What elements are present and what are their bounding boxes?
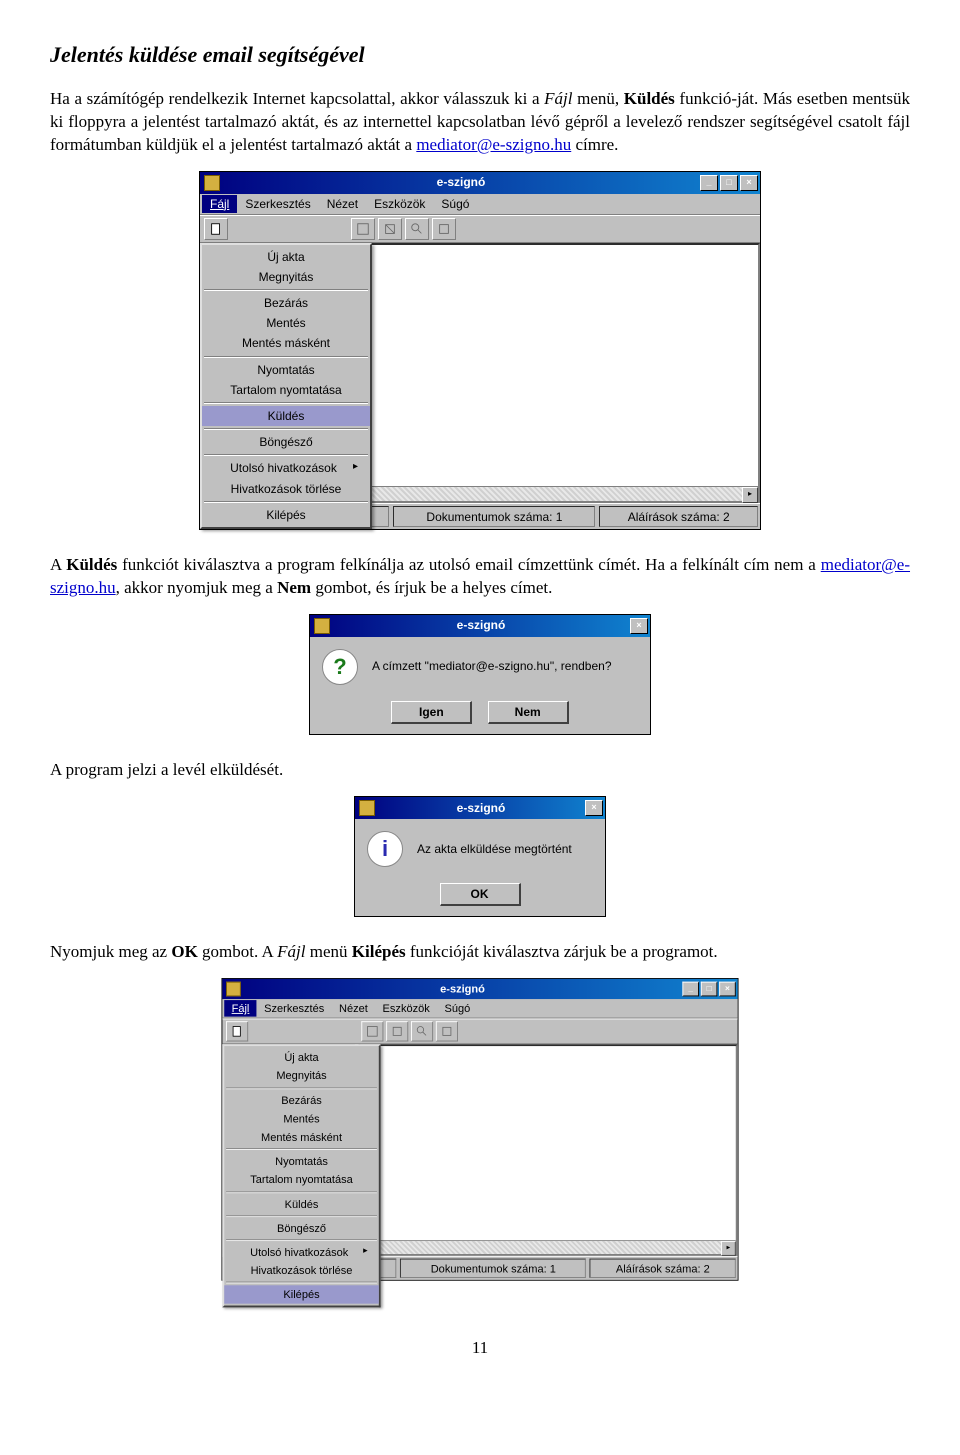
toolbar-btn-3[interactable]: [378, 218, 402, 240]
page-number: 11: [50, 1337, 910, 1360]
menu-item-close[interactable]: Bezárás: [224, 1091, 379, 1110]
menu-item-browser[interactable]: Böngésző: [224, 1219, 379, 1238]
confirm-dialog: e-szignó × ? A címzett "mediator@e-szign…: [309, 614, 651, 735]
toolbar-btn-5[interactable]: [432, 218, 456, 240]
menu-item-send[interactable]: Küldés: [224, 1194, 379, 1213]
toolbar-new-icon[interactable]: [204, 218, 228, 240]
menu-item-clearrefs[interactable]: Hivatkozások törlése: [202, 479, 370, 499]
yes-button[interactable]: Igen: [391, 701, 472, 724]
status-mid: Dokumentumok száma: 1: [400, 1259, 586, 1278]
info-dialog: e-szignó × i Az akta elküldése megtörtén…: [354, 796, 606, 917]
no-button[interactable]: Nem: [488, 701, 569, 724]
app-icon: [204, 175, 220, 191]
menu-item-open[interactable]: Megnyitás: [202, 267, 370, 287]
menu-item-new[interactable]: Új akta: [224, 1048, 379, 1067]
paragraph-1: Ha a számítógép rendelkezik Internet kap…: [50, 88, 910, 157]
menu-item-send[interactable]: Küldés: [202, 406, 370, 426]
section-heading: Jelentés küldése email segítségével: [50, 40, 910, 70]
menu-item-print[interactable]: Nyomtatás: [224, 1152, 379, 1171]
maximize-button[interactable]: □: [701, 981, 718, 996]
status-right: Aláírások száma: 2: [590, 1259, 736, 1278]
maximize-button[interactable]: □: [720, 175, 738, 191]
toolbar: [200, 215, 760, 243]
toolbar-btn-4[interactable]: [411, 1021, 433, 1041]
toolbar-new-icon[interactable]: [226, 1021, 248, 1041]
menu-item-exit[interactable]: Kilépés: [224, 1285, 379, 1304]
menu-item-open[interactable]: Megnyitás: [224, 1066, 379, 1085]
window-title: e-szignó: [224, 174, 698, 190]
toolbar-btn-4[interactable]: [405, 218, 429, 240]
app-icon: [226, 981, 241, 996]
menu-edit[interactable]: Szerkesztés: [237, 195, 318, 213]
menu-tools[interactable]: Eszközök: [375, 1000, 437, 1017]
menu-item-save[interactable]: Mentés: [202, 313, 370, 333]
menu-item-clearrefs[interactable]: Hivatkozások törlése: [224, 1261, 379, 1280]
status-mid: Dokumentumok száma: 1: [393, 506, 595, 527]
question-icon: ?: [322, 649, 358, 685]
menu-help[interactable]: Súgó: [437, 1000, 478, 1017]
menu-edit[interactable]: Szerkesztés: [257, 1000, 332, 1017]
horizontal-scrollbar[interactable]: ◂ ▸: [350, 486, 758, 501]
menu-view[interactable]: Nézet: [319, 195, 366, 213]
paragraph-2: A Küldés funkciót kiválasztva a program …: [50, 554, 910, 600]
info-icon: i: [367, 831, 403, 867]
minimize-button[interactable]: _: [700, 175, 718, 191]
file-dropdown: Új akta Megnyitás Bezárás Mentés Mentés …: [222, 1044, 380, 1307]
menu-file[interactable]: Fájl: [202, 195, 237, 213]
dialog-message: A címzett "mediator@e-szigno.hu", rendbe…: [372, 658, 612, 674]
menu-item-close[interactable]: Bezárás: [202, 293, 370, 313]
menu-item-print[interactable]: Nyomtatás: [202, 360, 370, 380]
title-bar: e-szignó _ □ ×: [200, 172, 760, 194]
minimize-button[interactable]: _: [682, 981, 699, 996]
scroll-right-arrow[interactable]: ▸: [721, 1241, 736, 1256]
dialog-title: e-szignó: [334, 617, 628, 633]
menu-item-printcontent[interactable]: Tartalom nyomtatása: [202, 380, 370, 400]
toolbar-btn-5[interactable]: [436, 1021, 458, 1041]
dialog-close-button[interactable]: ×: [630, 618, 648, 634]
email-link-1[interactable]: mediator@e-szigno.hu: [416, 135, 571, 154]
toolbar-btn-2[interactable]: [361, 1021, 383, 1041]
menu-view[interactable]: Nézet: [332, 1000, 376, 1017]
window-title: e-szignó: [244, 981, 680, 996]
dialog-title: e-szignó: [379, 800, 583, 816]
app-icon: [359, 800, 375, 816]
dialog-close-button[interactable]: ×: [585, 800, 603, 816]
right-pane: ◂ ▸: [348, 243, 760, 503]
toolbar-btn-2[interactable]: [351, 218, 375, 240]
menu-item-recent[interactable]: Utolsó hivatkozások: [202, 458, 370, 478]
app-window-1: e-szignó _ □ × Fájl Szerkesztés Nézet Es…: [199, 171, 761, 530]
close-button[interactable]: ×: [719, 981, 736, 996]
menu-help[interactable]: Súgó: [433, 195, 477, 213]
paragraph-3: A program jelzi a levél elküldését.: [50, 759, 910, 782]
toolbar-btn-3[interactable]: [386, 1021, 408, 1041]
ok-button[interactable]: OK: [440, 883, 521, 906]
menu-item-saveas[interactable]: Mentés másként: [224, 1128, 379, 1147]
menu-item-recent[interactable]: Utolsó hivatkozások: [224, 1243, 379, 1262]
dialog-message: Az akta elküldése megtörtént: [417, 841, 572, 857]
right-pane: ◂ ▸: [359, 1044, 738, 1256]
scroll-right-arrow[interactable]: ▸: [742, 487, 758, 503]
paragraph-4: Nyomjuk meg az OK gombot. A Fájl menü Ki…: [50, 941, 910, 964]
app-window-2: e-szignó _ □ × Fájl Szerkesztés Nézet Es…: [221, 978, 738, 1281]
menu-item-browser[interactable]: Böngésző: [202, 432, 370, 452]
menu-item-printcontent[interactable]: Tartalom nyomtatása: [224, 1170, 379, 1189]
menu-item-exit[interactable]: Kilépés: [202, 505, 370, 525]
app-icon: [314, 618, 330, 634]
menu-tools[interactable]: Eszközök: [366, 195, 433, 213]
menu-item-new[interactable]: Új akta: [202, 247, 370, 267]
close-button[interactable]: ×: [740, 175, 758, 191]
file-dropdown: Új akta Megnyitás Bezárás Mentés Mentés …: [200, 243, 372, 529]
menu-item-saveas[interactable]: Mentés másként: [202, 333, 370, 353]
status-right: Aláírások száma: 2: [599, 506, 758, 527]
horizontal-scrollbar[interactable]: ◂ ▸: [360, 1240, 735, 1254]
menu-bar: Fájl Szerkesztés Nézet Eszközök Súgó: [200, 194, 760, 215]
menu-item-save[interactable]: Mentés: [224, 1109, 379, 1128]
menu-file[interactable]: Fájl: [224, 1000, 257, 1017]
